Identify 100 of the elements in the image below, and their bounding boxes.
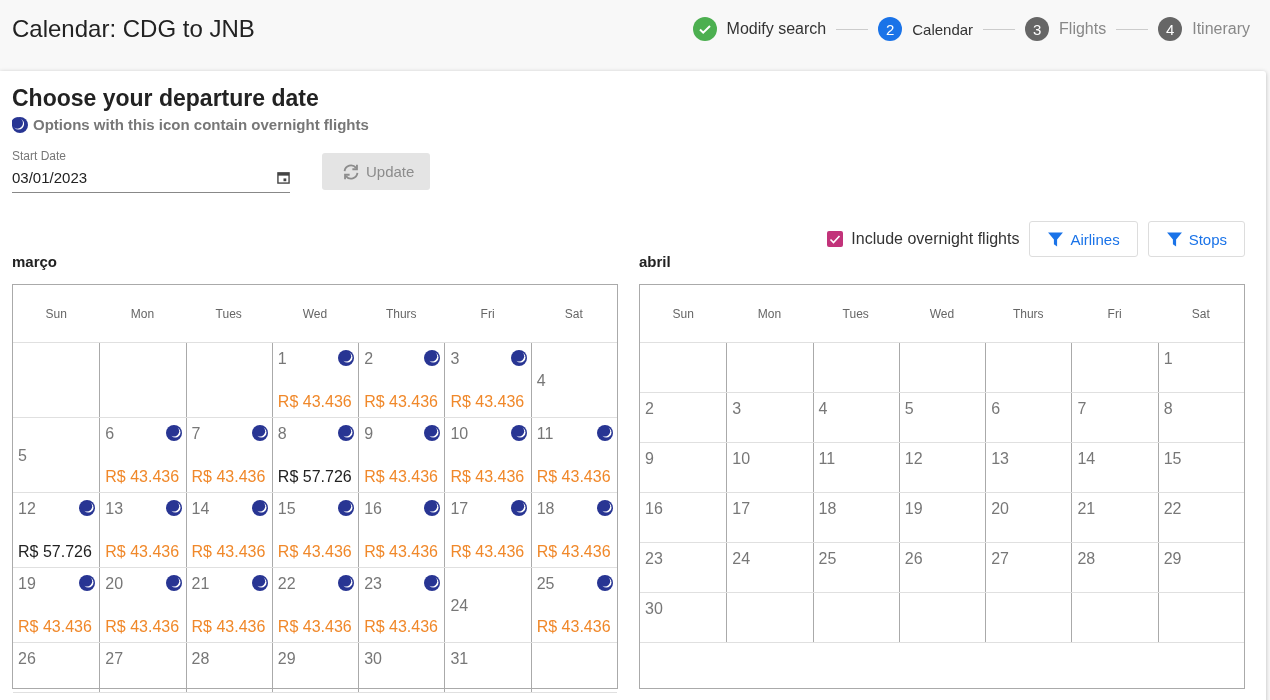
step-label[interactable]: Calendar [912, 20, 974, 38]
day-number[interactable]: 5 [18, 446, 27, 465]
day-number[interactable]: 2 [364, 350, 374, 368]
day-number[interactable]: 28 [1077, 550, 1096, 568]
day-number[interactable]: 18 [536, 500, 555, 518]
day-number[interactable]: 21 [191, 575, 210, 593]
day-number[interactable]: 9 [645, 450, 654, 468]
price-link[interactable]: R$ 57.726 [277, 468, 355, 486]
day-number[interactable]: 23 [645, 550, 663, 568]
price-link[interactable]: R$ 43.436 [364, 393, 441, 411]
price-link[interactable]: R$ 43.436 [364, 543, 441, 561]
day-number[interactable]: 30 [364, 650, 382, 668]
check-icon[interactable] [692, 17, 717, 41]
overnight-checkbox[interactable] [827, 231, 844, 247]
day-number[interactable]: 22 [1163, 500, 1182, 518]
price-link[interactable]: R$ 43.436 [536, 618, 613, 636]
price-link[interactable]: R$ 43.436 [105, 543, 182, 561]
day-number[interactable]: 14 [1077, 450, 1096, 468]
day-number[interactable]: 2 [645, 400, 654, 418]
day-number[interactable]: 21 [1077, 500, 1096, 518]
legend-text: Options with this icon contain overnight flights [33, 116, 369, 133]
day-number[interactable]: 13 [991, 450, 1009, 468]
price-link[interactable]: R$ 43.436 [277, 393, 355, 411]
day-number[interactable]: 27 [991, 550, 1009, 568]
day-number[interactable]: 1 [277, 350, 287, 368]
step-label[interactable]: Flights [1059, 20, 1107, 38]
day-number[interactable]: 17 [450, 500, 469, 518]
price-link[interactable]: R$ 57.726 [18, 543, 96, 561]
day-number[interactable]: 5 [904, 400, 914, 418]
weekday-header: Tues [214, 305, 243, 323]
day-number[interactable]: 14 [191, 500, 210, 518]
price-link[interactable]: R$ 43.436 [191, 468, 268, 486]
day-number[interactable]: 20 [991, 500, 1009, 518]
day-number[interactable]: 11 [818, 450, 836, 468]
price-link[interactable]: R$ 43.436 [364, 468, 441, 486]
day-number[interactable]: 13 [105, 500, 124, 518]
day-number[interactable]: 15 [1163, 450, 1182, 468]
price-link[interactable]: R$ 43.436 [536, 468, 613, 486]
day-number[interactable]: 16 [364, 500, 382, 518]
price-link[interactable]: R$ 43.436 [277, 543, 355, 561]
day-number[interactable]: 27 [105, 650, 124, 668]
checkbox-label[interactable]: Include overnight flights [851, 230, 1020, 248]
day-number[interactable]: 17 [732, 500, 751, 518]
calendar-icon[interactable] [277, 171, 290, 184]
day-number[interactable]: 12 [18, 500, 36, 518]
price-link[interactable]: R$ 43.436 [191, 543, 268, 561]
filter-button[interactable]: Stops [1147, 221, 1245, 257]
day-number[interactable]: 3 [450, 350, 460, 368]
day-number[interactable]: 10 [732, 450, 751, 468]
day-number[interactable]: 6 [991, 400, 1001, 418]
price-link[interactable]: R$ 43.436 [105, 468, 182, 486]
step-number[interactable]: 3 [1025, 17, 1050, 41]
day-number[interactable]: 12 [904, 450, 923, 468]
day-number[interactable]: 26 [904, 550, 923, 568]
price-link[interactable]: R$ 43.436 [450, 468, 527, 486]
day-number[interactable]: 7 [191, 425, 201, 443]
start-date-field[interactable]: Start Date 03/01/2023 [12, 149, 290, 193]
day-number[interactable]: 6 [105, 425, 115, 443]
day-number[interactable]: 23 [364, 575, 382, 593]
weekday-header: Tues [841, 305, 870, 323]
day-number[interactable]: 18 [818, 500, 837, 518]
price-link[interactable]: R$ 43.436 [105, 618, 182, 636]
price-link[interactable]: R$ 43.436 [450, 543, 527, 561]
price-link[interactable]: R$ 43.436 [364, 618, 441, 636]
day-number[interactable]: 4 [818, 400, 828, 418]
day-number[interactable]: 9 [364, 425, 374, 443]
day-number[interactable]: 26 [18, 650, 36, 668]
day-number[interactable]: 25 [818, 550, 837, 568]
day-number[interactable]: 1 [1163, 350, 1173, 368]
price-link[interactable]: R$ 43.436 [277, 618, 355, 636]
price-link[interactable]: R$ 43.436 [191, 618, 268, 636]
day-number[interactable]: 31 [450, 650, 469, 668]
day-number[interactable]: 20 [105, 575, 124, 593]
day-number[interactable]: 29 [277, 650, 296, 668]
day-number[interactable]: 4 [536, 371, 546, 390]
day-number[interactable]: 24 [732, 550, 751, 568]
day-number[interactable]: 7 [1077, 400, 1087, 418]
day-number[interactable]: 8 [1163, 400, 1173, 418]
step-number[interactable]: 2 [878, 17, 903, 41]
day-number[interactable]: 10 [450, 425, 469, 443]
filter-button[interactable]: Airlines [1029, 221, 1138, 257]
day-number[interactable]: 19 [904, 500, 923, 518]
day-number[interactable]: 11 [536, 425, 554, 443]
price-link[interactable]: R$ 43.436 [450, 393, 527, 411]
day-number[interactable]: 3 [732, 400, 742, 418]
day-number[interactable]: 19 [18, 575, 36, 593]
day-number[interactable]: 22 [277, 575, 296, 593]
price-link[interactable]: R$ 43.436 [18, 618, 96, 636]
day-number[interactable]: 8 [277, 425, 287, 443]
day-number[interactable]: 25 [536, 575, 555, 593]
day-number[interactable]: 28 [191, 650, 210, 668]
step-label[interactable]: Modify search [726, 20, 827, 38]
day-number[interactable]: 16 [645, 500, 663, 518]
day-number[interactable]: 24 [450, 596, 469, 615]
price-link[interactable]: R$ 43.436 [536, 543, 613, 561]
step-number[interactable]: 4 [1158, 17, 1183, 41]
step-label[interactable]: Itinerary [1192, 20, 1250, 38]
day-number[interactable]: 15 [277, 500, 296, 518]
day-number[interactable]: 30 [645, 600, 663, 618]
day-number[interactable]: 29 [1163, 550, 1182, 568]
